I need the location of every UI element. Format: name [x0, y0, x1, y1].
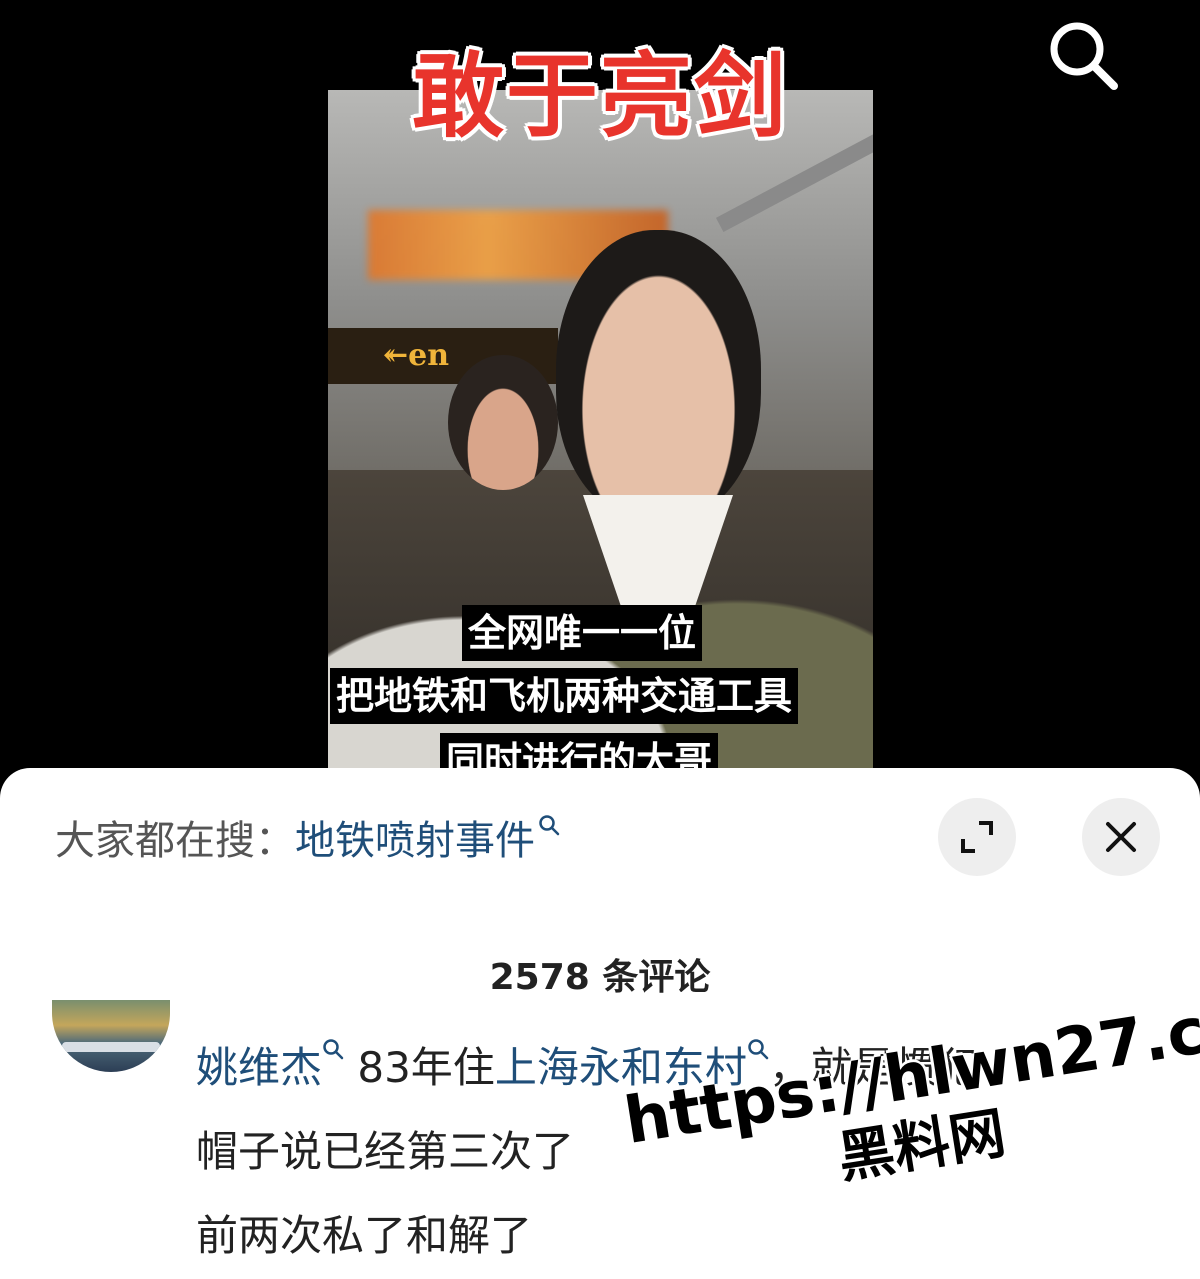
close-button[interactable]: [1082, 798, 1160, 876]
comment-author[interactable]: 姚维杰: [196, 1043, 322, 1092]
hot-search-bar[interactable]: 大家都在搜：地铁喷射事件: [55, 808, 560, 866]
search-icon: [539, 815, 560, 836]
video-headline: 敢于亮剑: [411, 43, 788, 150]
avatar[interactable]: [52, 1000, 170, 1072]
search-icon: [748, 1039, 769, 1060]
expand-button[interactable]: [938, 798, 1016, 876]
comment-text-part1: 83年住: [344, 1043, 495, 1092]
video-caption-line-1: 全网唯一一位: [462, 605, 703, 661]
search-button[interactable]: [1044, 16, 1124, 96]
video-player[interactable]: ↞en 敢于亮剑 全网唯一一位 把地铁和飞机两种交通工具 同时进行的大哥: [0, 0, 1200, 800]
hot-search-label: 大家都在搜：: [55, 818, 295, 864]
close-icon: [1106, 822, 1136, 852]
search-icon: [323, 1039, 344, 1060]
passenger-main: [556, 230, 761, 520]
passenger-left: [448, 355, 558, 490]
video-caption-line-2: 把地铁和飞机两种交通工具: [330, 668, 799, 724]
expand-icon: [961, 821, 993, 853]
search-icon: [1050, 22, 1118, 90]
comment-count: 2578 条评论: [489, 957, 711, 998]
hot-search-term[interactable]: 地铁喷射事件: [295, 818, 535, 864]
